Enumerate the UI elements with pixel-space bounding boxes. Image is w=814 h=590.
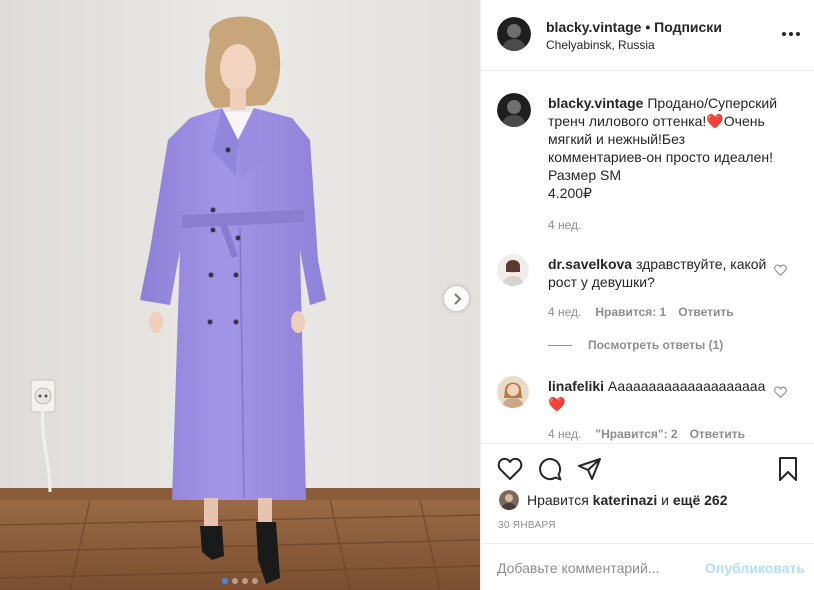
- carousel-dots: [0, 578, 480, 584]
- likes-summary: Нравится katerinazi и ещё 262: [527, 492, 728, 508]
- comment-like-icon[interactable]: [774, 386, 787, 398]
- heart-emoji-icon: ❤️: [548, 396, 566, 412]
- heart-emoji-icon: ❤️: [706, 113, 724, 129]
- more-options-icon[interactable]: [779, 26, 803, 42]
- chevron-right-icon: [453, 292, 461, 305]
- following-button[interactable]: Подписки: [654, 19, 722, 35]
- comment-likes[interactable]: Нравится: 1: [595, 305, 666, 319]
- likes-others[interactable]: ещё 262: [673, 492, 728, 508]
- bookmark-icon[interactable]: [775, 456, 801, 482]
- action-bar: [481, 443, 814, 491]
- post-date[interactable]: 30 ЯНВАРЯ: [498, 520, 556, 531]
- comment-like-icon[interactable]: [774, 264, 787, 276]
- caption-username[interactable]: blacky.vintage: [548, 95, 643, 111]
- header-separator: •: [645, 19, 651, 35]
- comments-list[interactable]: blacky.vintage Продано/Суперский тренч л…: [481, 72, 814, 442]
- likes-middle: и: [661, 492, 669, 508]
- caption-price: 4.200₽: [548, 185, 592, 201]
- post-header: blacky.vintage • Подписки Chelyabinsk, R…: [481, 0, 814, 71]
- comment: dr.savelkova здравствуйте, какой рост у …: [548, 255, 776, 291]
- caption-size: Размер SM: [548, 167, 622, 183]
- avatar[interactable]: [497, 376, 529, 408]
- post-photo[interactable]: [0, 0, 480, 590]
- avatar[interactable]: [499, 490, 519, 510]
- reply-button[interactable]: Ответить: [678, 305, 733, 319]
- post-side-panel: blacky.vintage • Подписки Chelyabinsk, R…: [480, 0, 814, 590]
- comment-meta: 4 нед. Нравится: 1 Ответить: [548, 305, 734, 319]
- avatar[interactable]: [497, 254, 529, 286]
- publish-button[interactable]: Опубликовать: [705, 560, 805, 576]
- likes-user[interactable]: katerinazi: [593, 492, 658, 508]
- carousel-next-button[interactable]: [444, 286, 469, 311]
- caption-time[interactable]: 4 нед.: [548, 218, 581, 232]
- avatar[interactable]: [497, 93, 531, 127]
- comment-time[interactable]: 4 нед.: [548, 305, 581, 319]
- comment-meta: 4 нед. "Нравится": 2 Ответить: [548, 427, 745, 441]
- avatar[interactable]: [497, 17, 531, 51]
- add-comment-form: Опубликовать: [481, 543, 814, 590]
- header-location[interactable]: Chelyabinsk, Russia: [546, 38, 655, 52]
- comment-text: Аааааааааааааааааааа: [607, 378, 766, 394]
- carousel-dot[interactable]: [222, 578, 228, 584]
- comment-icon[interactable]: [537, 456, 563, 482]
- carousel-dot[interactable]: [242, 578, 248, 584]
- reply-button[interactable]: Ответить: [690, 427, 745, 441]
- view-replies-button[interactable]: Посмотреть ответы (1): [548, 338, 723, 352]
- caption: blacky.vintage Продано/Суперский тренч л…: [548, 94, 783, 202]
- photo-illustration: [0, 0, 480, 590]
- comment-username[interactable]: linafeliki: [548, 378, 604, 394]
- carousel-dot[interactable]: [232, 578, 238, 584]
- carousel-dot[interactable]: [252, 578, 258, 584]
- comment-input[interactable]: [497, 558, 697, 578]
- paper-plane-icon[interactable]: [577, 456, 603, 482]
- comment-time[interactable]: 4 нед.: [548, 427, 581, 441]
- comment-username[interactable]: dr.savelkova: [548, 256, 632, 272]
- comment: linafeliki Аааааааааааааааааааа ❤️: [548, 377, 776, 413]
- likes-prefix: Нравится: [527, 492, 589, 508]
- header-username[interactable]: blacky.vintage: [546, 19, 641, 35]
- comment-likes[interactable]: "Нравится": 2: [595, 427, 677, 441]
- view-replies-label: Посмотреть ответы (1): [588, 338, 724, 352]
- heart-icon[interactable]: [497, 456, 523, 482]
